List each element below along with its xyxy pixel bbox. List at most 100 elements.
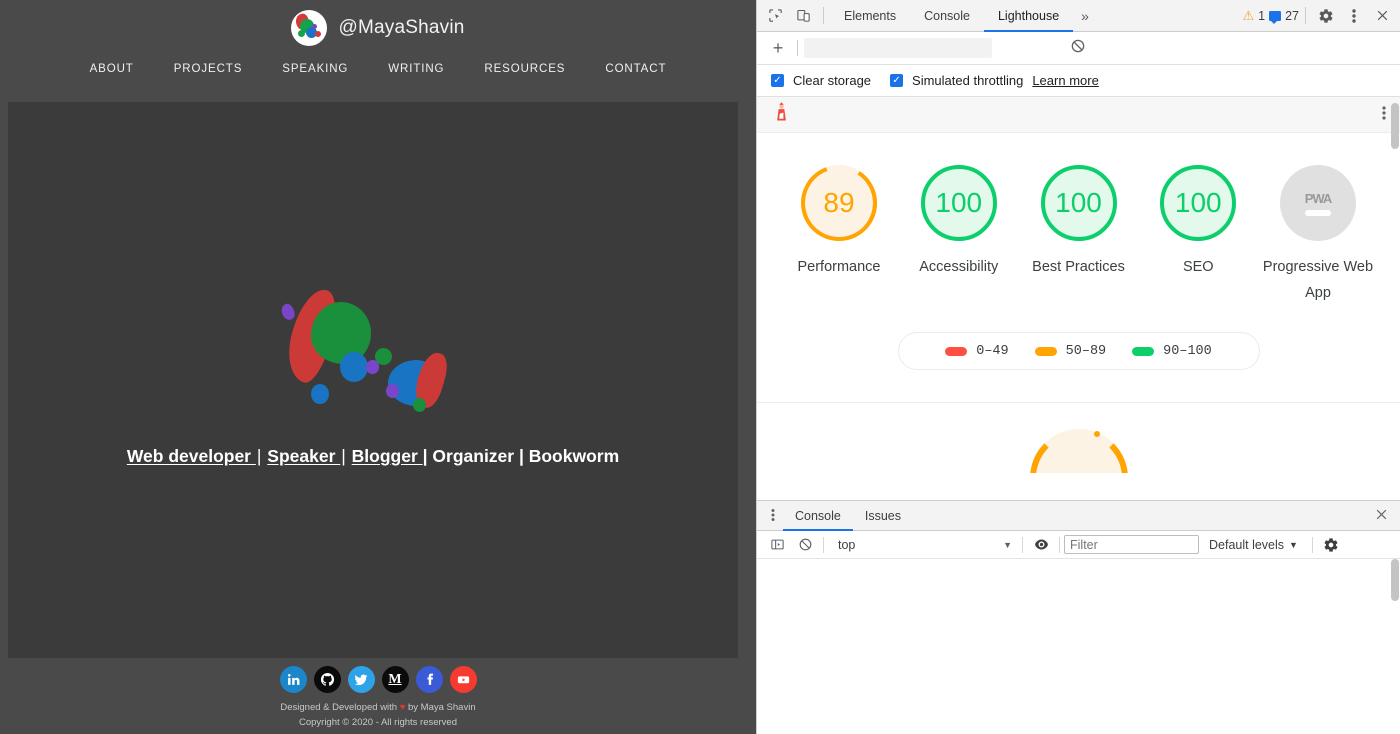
site-header: @MayaShavin ABOUT PROJECTS SPEAKING WRIT… (0, 0, 756, 102)
clear-storage-checkbox[interactable]: ✓ (771, 74, 784, 87)
footer-credit-suffix: by Maya Shavin (405, 702, 476, 713)
console-drawer: Console Issues top ▼ Filter Default leve… (757, 500, 1400, 734)
more-options-icon[interactable] (1340, 3, 1368, 29)
seo-label: SEO (1182, 259, 1214, 275)
website-viewport: @MayaShavin ABOUT PROJECTS SPEAKING WRIT… (0, 0, 756, 734)
seo-gauge: 100 (1160, 165, 1237, 241)
close-drawer-icon[interactable] (1363, 508, 1400, 524)
console-sidebar-icon[interactable] (763, 537, 791, 552)
console-filter-input[interactable] (1064, 535, 1199, 554)
nav-item-contact[interactable]: CONTACT (585, 63, 686, 75)
facebook-icon[interactable] (415, 666, 443, 693)
drawer-tab-issues[interactable]: Issues (853, 501, 913, 531)
drawer-options-icon[interactable] (763, 508, 783, 524)
pwa-badge-text: PWA (1304, 190, 1333, 206)
nav-item-resources[interactable]: RESOURCES (464, 63, 585, 75)
tagline-part-3: | (341, 446, 351, 466)
more-tabs-icon[interactable]: » (1073, 8, 1097, 24)
simulated-throttling-checkbox[interactable]: ✓ (890, 74, 904, 87)
twitter-icon[interactable] (347, 666, 375, 693)
tagline-part-5: | Organizer | Bookworm (422, 446, 620, 466)
console-context-value: top (838, 537, 856, 552)
live-expression-icon[interactable] (1027, 536, 1055, 553)
filter-divider-4 (1311, 536, 1313, 553)
legend-swatch-mid (1034, 346, 1057, 356)
learn-more-link[interactable]: Learn more (1032, 73, 1098, 88)
legend-item-high: 90–100 (1132, 344, 1212, 359)
clear-console-icon[interactable] (791, 537, 819, 552)
score-performance[interactable]: 89 Performance (783, 152, 895, 306)
drawer-tabs: Console Issues (757, 501, 1400, 531)
nav-item-speaking[interactable]: SPEAKING (262, 63, 368, 75)
tab-lighthouse[interactable]: Lighthouse (983, 0, 1074, 32)
score-best-practices[interactable]: 100 Best Practices (1023, 165, 1135, 306)
lighthouse-start-row: + (757, 32, 1400, 65)
add-icon[interactable]: + (765, 38, 791, 59)
tagline-part-2: Speaker (267, 446, 341, 466)
toolbar-divider-2 (1305, 7, 1306, 24)
accessibility-gauge: 100 (920, 165, 997, 241)
gear-icon[interactable] (1312, 3, 1340, 29)
warning-icon: ⚠ (1242, 8, 1255, 23)
device-toolbar-icon[interactable] (789, 3, 817, 29)
score-accessibility[interactable]: 100 Accessibility (903, 165, 1015, 306)
filter-divider-1 (823, 536, 824, 553)
tab-console[interactable]: Console (910, 0, 984, 32)
accessibility-label: Accessibility (919, 259, 999, 275)
performance-detail-section (757, 403, 1400, 474)
report-scrollbar[interactable] (1391, 103, 1399, 149)
site-footer: M Designed & Developed with ♥ by Maya Sh… (0, 658, 756, 734)
filter-divider-2 (1022, 536, 1023, 553)
site-tagline: Web developer | Speaker | Blogger | Orga… (127, 446, 619, 467)
site-nav: ABOUT PROJECTS SPEAKING WRITING RESOURCE… (70, 63, 687, 75)
issue-badges[interactable]: ⚠ 1 27 (1242, 8, 1299, 24)
console-context-select[interactable]: top ▼ (828, 538, 1018, 552)
warning-count: 1 (1258, 8, 1266, 23)
best-practices-label: Best Practices (1032, 259, 1125, 275)
filter-divider-3 (1059, 536, 1060, 553)
score-seo[interactable]: 100 SEO (1142, 165, 1254, 306)
chevron-down-icon: ▼ (1003, 539, 1012, 550)
console-levels-select[interactable]: Default levels ▼ (1199, 538, 1308, 552)
youtube-icon[interactable] (449, 666, 477, 693)
report-select[interactable] (804, 38, 992, 58)
seo-score-value: 100 (1174, 187, 1222, 218)
chevron-down-icon-levels: ▼ (1289, 539, 1298, 550)
devtools-panel: Elements Console Lighthouse » ⚠ 1 27 + ✓… (756, 0, 1400, 734)
lighthouse-scores: 89 Performance 100 Accessibility 100 Bes… (757, 133, 1400, 306)
nav-item-writing[interactable]: WRITING (368, 63, 464, 75)
accessibility-score-value: 100 (935, 187, 983, 218)
console-output[interactable] (757, 559, 1400, 734)
footer-copyright: Copyright © 2020 - All rights reserved (298, 717, 458, 728)
best-practices-score-value: 100 (1055, 187, 1102, 218)
nav-item-about[interactable]: ABOUT (70, 63, 154, 75)
tagline-part-1: | (256, 446, 267, 466)
tab-elements[interactable]: Elements (830, 0, 910, 32)
console-settings-icon[interactable] (1317, 537, 1345, 553)
performance-detail-gauge (1029, 429, 1128, 474)
lighthouse-logo-icon (773, 101, 790, 128)
medium-icon[interactable]: M (381, 666, 409, 693)
report-options-icon[interactable] (1382, 105, 1386, 124)
message-icon (1269, 10, 1282, 24)
best-practices-gauge: 100 (1040, 165, 1117, 241)
close-icon[interactable] (1368, 3, 1396, 29)
drawer-tab-console[interactable]: Console (783, 501, 853, 531)
score-pwa[interactable]: PWA Progressive Web App (1262, 165, 1374, 306)
performance-score-value: 89 (823, 187, 855, 218)
nav-item-projects[interactable]: PROJECTS (154, 63, 263, 75)
console-scrollbar[interactable] (1391, 559, 1399, 601)
site-brand[interactable]: @MayaShavin (291, 10, 464, 46)
linkedin-icon[interactable] (279, 666, 307, 693)
github-icon[interactable] (313, 666, 341, 693)
lighthouse-report: 89 Performance 100 Accessibility 100 Bes… (757, 97, 1400, 500)
console-levels-value: Default levels (1209, 537, 1285, 552)
message-count: 27 (1285, 8, 1299, 23)
inspect-element-icon[interactable] (761, 3, 789, 29)
legend-label-low: 0–49 (976, 343, 1009, 359)
start-row-divider (797, 40, 798, 56)
clear-storage-label: Clear storage (793, 73, 872, 88)
legend-label-mid: 50–89 (1065, 343, 1107, 359)
clear-results-icon[interactable] (1070, 38, 1086, 58)
tagline-part-0: Web developer (126, 446, 256, 466)
